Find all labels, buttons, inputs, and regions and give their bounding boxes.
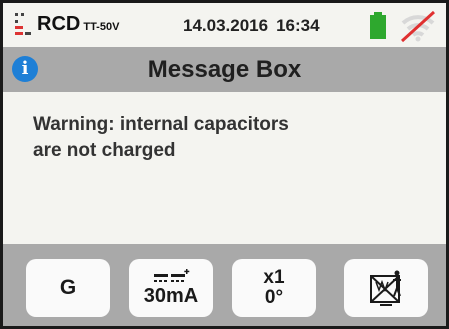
touch-voltage-button[interactable] (344, 259, 428, 317)
date-time: 14.03.2016 16:34 (183, 16, 320, 36)
battery-icon (370, 12, 386, 39)
warning-message: Warning: internal capacitors are not cha… (33, 112, 413, 164)
wireless-disabled-icon (400, 10, 436, 43)
message-line-2: are not charged (33, 140, 176, 161)
multiplier-label: x1 (263, 267, 285, 288)
mode-label: G (59, 276, 77, 299)
dc-waveform-icon (154, 269, 190, 282)
function-sublabel: TT-50V (83, 21, 120, 33)
time-text: 16:34 (276, 16, 320, 35)
title-bar: i Message Box (3, 47, 446, 92)
rated-current-label: 30mA (143, 285, 199, 307)
function-title: RCD TT-50V (37, 13, 119, 36)
mode-button[interactable]: G (26, 259, 110, 317)
message-line-1: Warning: internal capacitors (33, 114, 289, 135)
rcd-function-icon (15, 13, 31, 35)
function-label: RCD (37, 13, 81, 35)
multiplier-phase-button[interactable]: x1 0° (232, 259, 316, 317)
touch-voltage-disabled-icon (370, 270, 401, 306)
status-bar: RCD TT-50V 14.03.2016 16:34 (3, 3, 446, 47)
function-key-bar: G 30mA x1 0° (3, 244, 446, 326)
phase-label: 0° (264, 287, 284, 308)
rated-current-button[interactable]: 30mA (129, 259, 213, 317)
date-text: 14.03.2016 (183, 16, 269, 35)
page-title: Message Box (147, 56, 302, 83)
